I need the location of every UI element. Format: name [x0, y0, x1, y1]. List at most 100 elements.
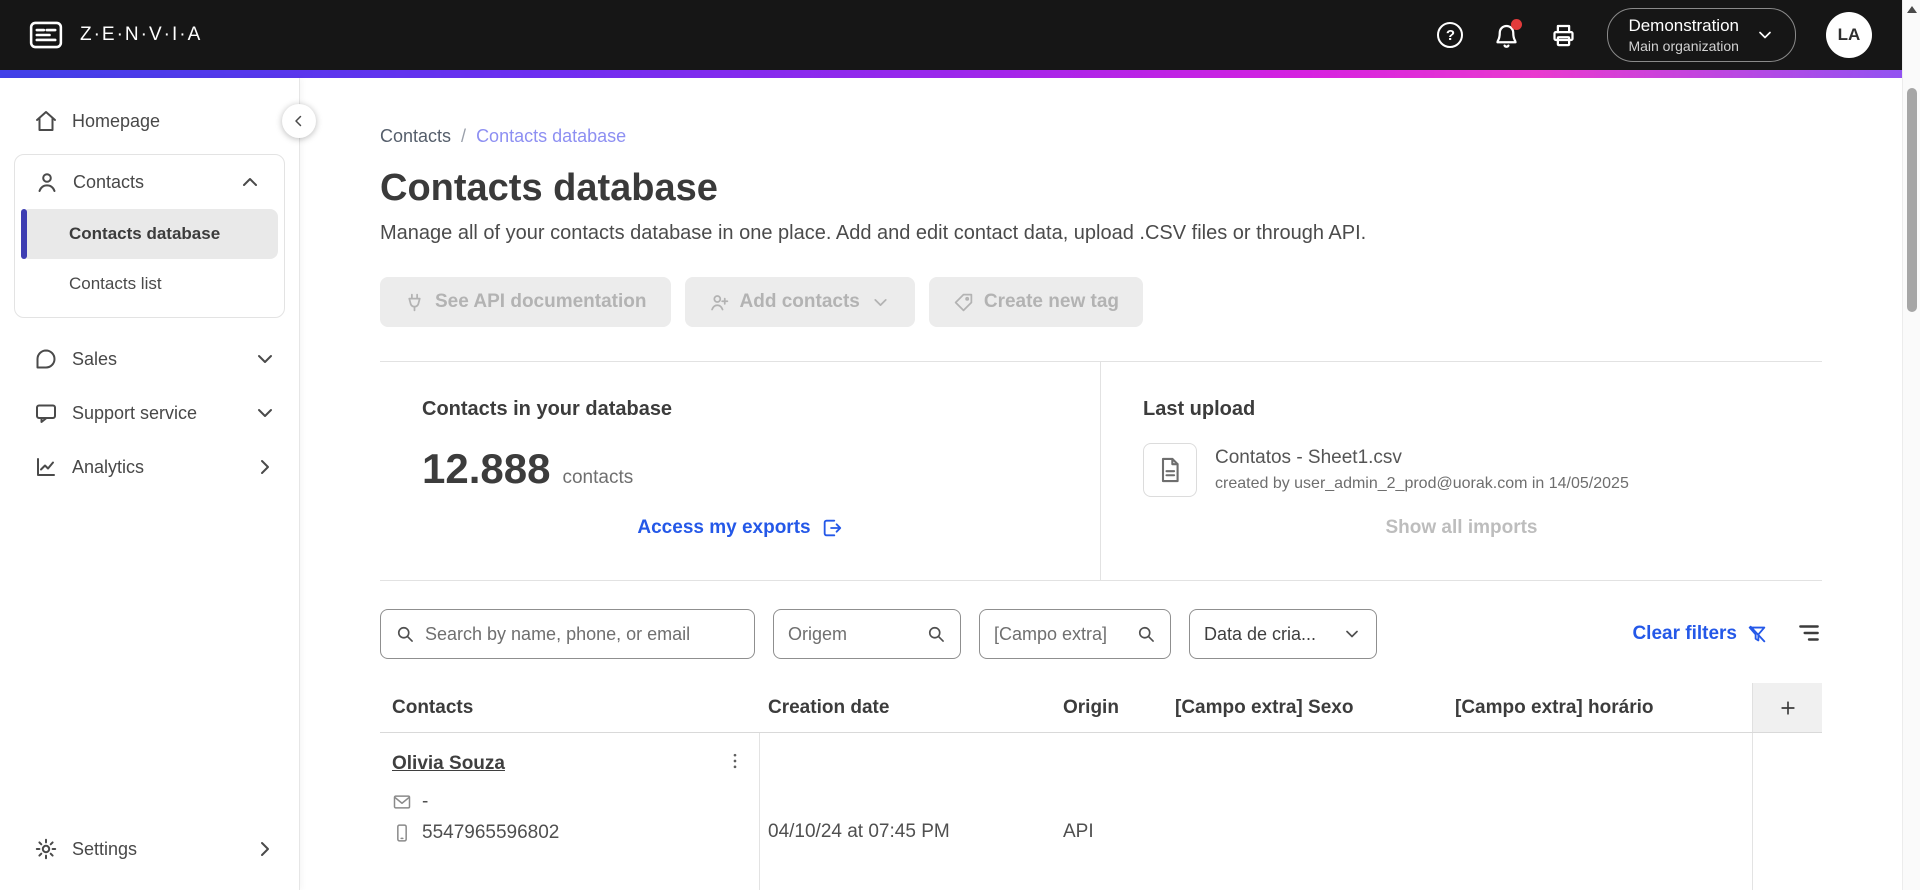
button-label: Add contacts — [739, 291, 860, 312]
organization-selector[interactable]: Demonstration Main organization — [1607, 8, 1796, 62]
table-row: Olivia Souza - 5547965596802 04/10/24 at… — [380, 733, 1822, 890]
create-new-tag-button[interactable]: Create new tag — [928, 277, 1144, 327]
link-label: Access my exports — [637, 517, 811, 538]
row-menu-button[interactable] — [725, 751, 745, 774]
search-input[interactable] — [425, 623, 740, 645]
chevron-down-icon — [1342, 624, 1362, 644]
search-icon — [926, 624, 946, 644]
page-actions: See API documentation Add contacts Creat… — [380, 277, 1822, 327]
export-icon — [821, 517, 843, 539]
origem-input[interactable] — [788, 623, 916, 645]
home-icon — [34, 109, 58, 133]
contact-email-value: - — [422, 791, 429, 812]
sidebar-item-contacts-database[interactable]: Contacts database — [21, 209, 278, 259]
brand: Z·E·N·V·I·A — [26, 18, 202, 52]
card-title: Last upload — [1143, 398, 1256, 420]
contacts-count-card: Contacts in your database 12.888 contact… — [380, 362, 1101, 580]
help-button[interactable]: ? — [1437, 22, 1464, 48]
sidebar-item-label: Homepage — [72, 110, 161, 131]
origin-cell: API — [1063, 821, 1094, 842]
sidebar-item-analytics[interactable]: Analytics — [0, 440, 299, 494]
creation-date-cell: 04/10/24 at 07:45 PM — [768, 821, 950, 842]
chevron-up-icon — [238, 170, 262, 194]
contact-name-link[interactable]: Olivia Souza — [392, 753, 505, 774]
contact-cell: Olivia Souza - 5547965596802 — [380, 733, 760, 890]
chevron-down-icon — [253, 401, 277, 425]
page-scrollbar[interactable] — [1902, 0, 1920, 890]
printer-icon — [1550, 22, 1577, 49]
page-title: Contacts database — [380, 167, 718, 209]
creation-date-filter[interactable]: Data de cria... — [1189, 609, 1377, 659]
chevron-down-icon — [1755, 25, 1775, 45]
column-header-origin: Origin — [1063, 696, 1119, 718]
contact-phone: 5547965596802 — [392, 822, 745, 844]
person-icon — [35, 170, 59, 194]
user-avatar[interactable]: LA — [1826, 12, 1872, 58]
sidebar-item-sales[interactable]: Sales — [0, 332, 299, 386]
chevron-down-icon — [253, 347, 277, 371]
message-square-icon — [34, 401, 58, 425]
mobile-phone-icon — [392, 823, 412, 843]
add-column-button[interactable] — [1752, 683, 1822, 732]
sidebar-item-contacts-list[interactable]: Contacts list — [21, 259, 278, 309]
filter-icon — [1796, 620, 1822, 646]
last-upload-card: Last upload Contatos - Sheet1.csv create… — [1101, 362, 1822, 580]
sidebar-item-settings[interactable]: Settings — [0, 822, 299, 876]
sidebar-bottom: Settings — [0, 822, 299, 890]
sidebar-item-label: Contacts — [73, 171, 145, 192]
chevron-left-icon — [290, 112, 308, 130]
file-meta: created by user_admin_2_prod@uorak.com i… — [1215, 475, 1629, 492]
card-title: Contacts in your database — [422, 398, 673, 420]
breadcrumb-current: Contacts database — [476, 126, 627, 146]
campo-extra-input[interactable] — [994, 623, 1126, 645]
kebab-menu-icon — [725, 751, 745, 771]
notifications-button[interactable] — [1493, 18, 1523, 49]
page-description: Manage all of your contacts database in … — [380, 222, 1367, 244]
chevron-right-icon — [253, 455, 277, 479]
organization-text: Demonstration Main organization — [1628, 16, 1739, 54]
see-api-documentation-button[interactable]: See API documentation — [380, 277, 671, 327]
sidebar-item-label: Settings — [72, 838, 138, 859]
access-my-exports-link[interactable]: Access my exports — [637, 517, 842, 539]
api-plug-icon — [404, 292, 425, 313]
sidebar-item-homepage[interactable]: Homepage — [0, 94, 299, 148]
line-chart-icon — [34, 455, 58, 479]
filter-settings-button[interactable] — [1796, 620, 1822, 649]
sidebar-item-contacts[interactable]: Contacts — [15, 155, 284, 209]
column-header-contacts: Contacts — [392, 696, 474, 718]
breadcrumb-contacts[interactable]: Contacts — [380, 126, 451, 147]
add-column-cell — [1752, 683, 1822, 732]
sidebar-group-contacts: Contacts Contacts database Contacts list — [14, 154, 285, 318]
contacts-table: Contacts Creation date Origin [Campo ext… — [380, 683, 1822, 890]
button-label: Create new tag — [983, 291, 1120, 312]
clear-filter-icon — [1746, 623, 1768, 645]
show-all-imports-button[interactable]: Show all imports — [1385, 517, 1537, 539]
add-column-body-cell — [1752, 733, 1822, 890]
search-icon — [1136, 624, 1156, 644]
contacts-count-value: 12.888 — [422, 445, 551, 492]
column-header-creation-date: Creation date — [768, 696, 890, 718]
tag-icon — [953, 292, 974, 313]
file-name: Contatos - Sheet1.csv — [1215, 447, 1402, 468]
sidebar-item-label: Support service — [72, 402, 198, 423]
column-header-campo-extra-sexo: [Campo extra] Sexo — [1175, 696, 1354, 718]
scrollbar-thumb[interactable] — [1907, 88, 1917, 312]
printer-button[interactable] — [1550, 22, 1577, 49]
scroll-up-arrow-icon[interactable] — [1907, 6, 1917, 13]
sidebar-item-support-service[interactable]: Support service — [0, 386, 299, 440]
clear-filters-button[interactable]: Clear filters — [1632, 623, 1768, 645]
gear-icon — [34, 837, 58, 861]
file-info: Contatos - Sheet1.csv created by user_ad… — [1215, 447, 1629, 493]
zenvia-logo-icon — [26, 18, 66, 52]
add-contacts-button[interactable]: Add contacts — [684, 277, 915, 327]
button-label: Clear filters — [1632, 623, 1737, 644]
contact-phone-value: 5547965596802 — [422, 822, 560, 843]
breadcrumb: Contacts / Contacts database — [380, 126, 1822, 147]
organization-subtitle: Main organization — [1628, 38, 1739, 54]
chevron-down-icon — [870, 292, 891, 313]
chevron-right-icon — [253, 837, 277, 861]
help-icon: ? — [1437, 22, 1464, 48]
file-icon — [1143, 443, 1197, 497]
contact-email: - — [392, 791, 745, 813]
sidebar-collapse-button[interactable] — [282, 104, 316, 138]
